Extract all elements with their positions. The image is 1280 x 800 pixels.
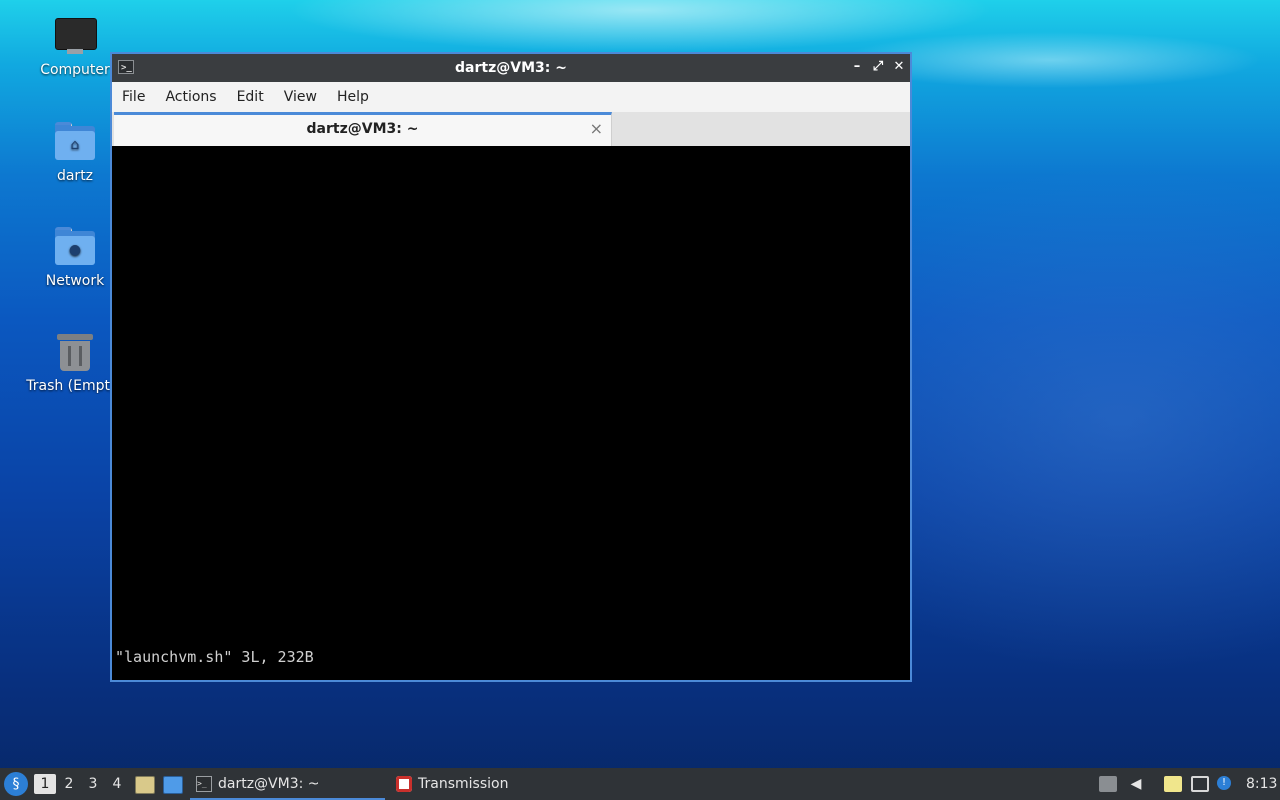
workspace-4[interactable]: 4 (106, 768, 128, 800)
network-status-icon[interactable] (1191, 776, 1209, 792)
task-terminal[interactable]: >_ dartz@VM3: ~ (190, 768, 385, 800)
menu-view[interactable]: View (274, 89, 327, 105)
workspace-2[interactable]: 2 (58, 768, 80, 800)
taskbar: § 1 2 3 4 >_ dartz@VM3: ~ Transmission ◀… (0, 768, 1280, 800)
terminal-icon: >_ (196, 776, 212, 792)
task-transmission[interactable]: Transmission (390, 768, 568, 800)
home-folder-icon: ⌂ (53, 122, 97, 162)
task-label: dartz@VM3: ~ (218, 776, 320, 792)
window-title: dartz@VM3: ~ (455, 60, 567, 76)
editor-status-line: "launchvm.sh" 3L, 232B (115, 648, 314, 666)
application-menu-button[interactable]: § (4, 772, 28, 796)
tab-title: dartz@VM3: ~ (306, 121, 419, 137)
task-label: Transmission (418, 776, 509, 792)
minimize-button[interactable]: – (848, 58, 866, 76)
close-button[interactable]: ✕ (890, 58, 908, 76)
tab-strip: dartz@VM3: ~ × (112, 112, 910, 147)
network-folder-icon: ● (53, 227, 97, 267)
menu-file[interactable]: File (112, 89, 155, 105)
terminal-output[interactable]: "launchvm.sh" 3L, 232B (112, 146, 910, 680)
notification-icon[interactable]: ! (1217, 776, 1231, 790)
menu-edit[interactable]: Edit (227, 89, 274, 105)
workspace-1[interactable]: 1 (34, 774, 56, 794)
tab-close-icon[interactable]: × (590, 119, 603, 138)
maximize-button[interactable]: ⤢ (869, 58, 887, 76)
file-manager-launcher-icon[interactable] (135, 776, 155, 794)
transmission-icon (396, 776, 412, 792)
workspace-3[interactable]: 3 (82, 768, 104, 800)
title-bar[interactable]: >_ dartz@VM3: ~ – ⤢ ✕ (112, 54, 910, 82)
tray-eject-icon[interactable] (1099, 776, 1117, 792)
volume-icon[interactable]: ◀ (1127, 776, 1145, 792)
terminal-tab[interactable]: dartz@VM3: ~ × (114, 112, 612, 146)
trash-icon (53, 332, 97, 372)
menu-bar: File Actions Edit View Help (112, 82, 910, 112)
clock[interactable]: 8:13 (1246, 768, 1277, 800)
terminal-window: >_ dartz@VM3: ~ – ⤢ ✕ File Actions Edit … (110, 52, 912, 682)
menu-actions[interactable]: Actions (155, 89, 226, 105)
menu-help[interactable]: Help (327, 89, 379, 105)
show-desktop-icon[interactable] (163, 776, 183, 794)
clipboard-icon[interactable] (1164, 776, 1182, 792)
computer-icon (53, 16, 97, 56)
